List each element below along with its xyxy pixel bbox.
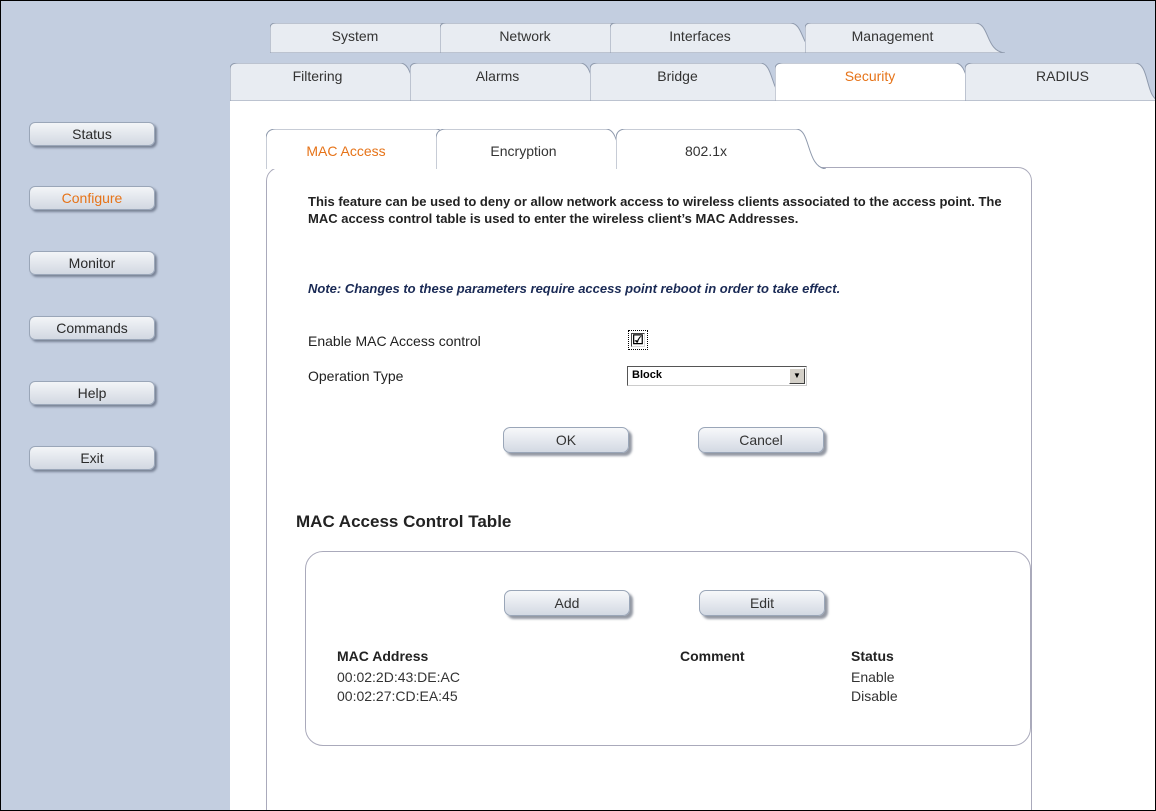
operation-type-value: Block: [632, 369, 662, 381]
tab-filtering[interactable]: Filtering: [230, 63, 430, 101]
column-header-status: Status: [851, 648, 894, 664]
feature-description: This feature can be used to deny or allo…: [308, 194, 1002, 226]
tab-system[interactable]: System: [270, 23, 470, 53]
table-row-mac: 00:02:2D:43:DE:AC: [337, 669, 460, 685]
tab-label: Security: [844, 68, 896, 84]
checkmark-icon: ☑: [631, 332, 645, 347]
column-header-mac: MAC Address: [337, 648, 429, 664]
tab-label: RADIUS: [1036, 68, 1089, 84]
subtab-encryption[interactable]: Encryption: [436, 129, 636, 169]
tab-management[interactable]: Management: [805, 23, 1005, 53]
tab-label: Management: [851, 28, 934, 44]
subtab-8021x[interactable]: 802.1x: [616, 129, 826, 169]
ok-button[interactable]: OK: [503, 427, 629, 453]
tab-interfaces[interactable]: Interfaces: [610, 23, 820, 53]
tab-label: Interfaces: [669, 28, 731, 44]
tab-radius[interactable]: RADIUS: [965, 63, 1155, 101]
reboot-note: Note: Changes to these parameters requir…: [308, 281, 841, 296]
subtab-mac-access[interactable]: MAC Access: [266, 129, 466, 169]
sidebar: Status Configure Monitor Commands Help E…: [1, 1, 230, 810]
tab-label: Network: [499, 28, 551, 44]
tab-alarms[interactable]: Alarms: [410, 63, 610, 101]
cancel-button[interactable]: Cancel: [698, 427, 824, 453]
app-window: Status Configure Monitor Commands Help E…: [0, 0, 1156, 811]
enable-mac-access-label: Enable MAC Access control: [308, 333, 481, 349]
tab-band: System Network Interfaces Management Fil…: [230, 1, 1155, 101]
operation-type-select[interactable]: Block ▼: [627, 366, 807, 386]
content-area: MAC Access Encryption 802.1x This featur…: [230, 101, 1155, 810]
tab-label: Bridge: [657, 68, 698, 84]
mac-access-table: Add Edit MAC Address Comment Status 00:0…: [305, 551, 1031, 746]
edit-button[interactable]: Edit: [699, 590, 825, 616]
tab-label: Filtering: [292, 68, 343, 84]
tab-label: 802.1x: [684, 143, 728, 159]
tab-label: Encryption: [490, 143, 557, 159]
table-row-status: Enable: [851, 669, 895, 685]
tab-bridge[interactable]: Bridge: [590, 63, 790, 101]
nav-commands-button[interactable]: Commands: [29, 316, 155, 340]
tab-label: MAC Access: [306, 143, 386, 159]
table-row-mac: 00:02:27:CD:EA:45: [337, 688, 458, 704]
column-header-comment: Comment: [680, 648, 745, 664]
operation-type-label: Operation Type: [308, 368, 404, 384]
enable-mac-access-checkbox[interactable]: ☑: [628, 330, 648, 350]
tab-label: System: [331, 28, 379, 44]
nav-configure-button[interactable]: Configure: [29, 186, 155, 210]
table-row-status: Disable: [851, 688, 898, 704]
add-button[interactable]: Add: [504, 590, 630, 616]
tab-label: Alarms: [475, 68, 520, 84]
table-title: MAC Access Control Table: [296, 512, 512, 531]
tab-network[interactable]: Network: [440, 23, 640, 53]
chevron-down-icon[interactable]: ▼: [789, 368, 805, 384]
nav-monitor-button[interactable]: Monitor: [29, 251, 155, 275]
nav-exit-button[interactable]: Exit: [29, 446, 155, 470]
tab-security[interactable]: Security: [775, 63, 985, 101]
nav-help-button[interactable]: Help: [29, 381, 155, 405]
nav-status-button[interactable]: Status: [29, 122, 155, 146]
